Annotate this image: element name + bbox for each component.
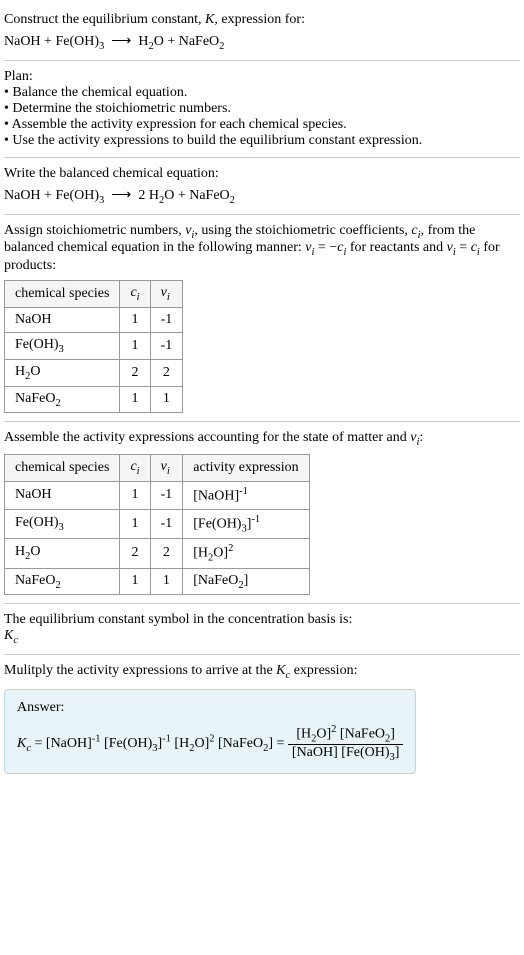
prompt-heading: Construct the equilibrium constant, K, e…	[4, 12, 520, 28]
table-row: NaFeO2 1 1	[5, 386, 183, 413]
activity-section: Assemble the activity expressions accoun…	[4, 422, 520, 604]
c-cell: 1	[120, 509, 150, 538]
answer-box: Answer: Kc = [NaOH]-1 [Fe(OH)3]-1 [H2O]2…	[4, 689, 416, 774]
prompt-section: Construct the equilibrium constant, K, e…	[4, 4, 520, 61]
balanced-equation: NaOH + Fe(OH)3 ⟶ 2 H2O + NaFeO2	[4, 186, 520, 206]
plan-item: • Use the activity expressions to build …	[4, 133, 520, 149]
table-row: Fe(OH)3 1 -1	[5, 332, 183, 359]
balanced-section: Write the balanced chemical equation: Na…	[4, 158, 520, 215]
species-cell: Fe(OH)3	[5, 332, 120, 359]
plan-item: • Assemble the activity expression for e…	[4, 117, 520, 133]
symbol-text: The equilibrium constant symbol in the c…	[4, 612, 520, 628]
table-row: NaOH 1 -1 [NaOH]-1	[5, 481, 310, 509]
table-header: νi	[150, 455, 183, 482]
stoich-table: chemical species ci νi NaOH 1 -1 Fe(OH)3…	[4, 280, 183, 413]
answer-label: Answer:	[17, 700, 403, 716]
table-header-row: chemical species ci νi activity expressi…	[5, 455, 310, 482]
plan-item: • Balance the chemical equation.	[4, 85, 520, 101]
c-cell: 1	[120, 481, 150, 509]
v-cell: 2	[150, 539, 183, 568]
c-cell: 1	[120, 568, 150, 595]
species-cell: H2O	[5, 359, 120, 386]
multiply-section: Mulitply the activity expressions to arr…	[4, 655, 520, 782]
table-header: chemical species	[5, 455, 120, 482]
symbol-section: The equilibrium constant symbol in the c…	[4, 604, 520, 655]
species-cell: NaOH	[5, 307, 120, 332]
activity-table: chemical species ci νi activity expressi…	[4, 454, 310, 595]
expr-cell: [NaOH]-1	[183, 481, 309, 509]
balanced-heading: Write the balanced chemical equation:	[4, 166, 520, 182]
activity-intro: Assemble the activity expressions accoun…	[4, 430, 520, 448]
species-cell: NaOH	[5, 481, 120, 509]
c-cell: 1	[120, 386, 150, 413]
species-cell: Fe(OH)3	[5, 509, 120, 538]
expr-cell: [Fe(OH)3]-1	[183, 509, 309, 538]
species-cell: NaFeO2	[5, 568, 120, 595]
table-header: activity expression	[183, 455, 309, 482]
stoich-intro: Assign stoichiometric numbers, νi, using…	[4, 223, 520, 275]
v-cell: 2	[150, 359, 183, 386]
species-cell: NaFeO2	[5, 386, 120, 413]
symbol-value: Kc	[4, 628, 520, 646]
c-cell: 2	[120, 539, 150, 568]
plan-section: Plan: • Balance the chemical equation. •…	[4, 61, 520, 158]
v-cell: -1	[150, 332, 183, 359]
table-row: NaFeO2 1 1 [NaFeO2]	[5, 568, 310, 595]
stoich-section: Assign stoichiometric numbers, νi, using…	[4, 215, 520, 423]
v-cell: -1	[150, 481, 183, 509]
plan-list: • Balance the chemical equation. • Deter…	[4, 85, 520, 149]
table-header: νi	[150, 281, 183, 308]
prompt-equation: NaOH + Fe(OH)3 ⟶ H2O + NaFeO2	[4, 32, 520, 52]
v-cell: -1	[150, 307, 183, 332]
table-row: Fe(OH)3 1 -1 [Fe(OH)3]-1	[5, 509, 310, 538]
table-header-row: chemical species ci νi	[5, 281, 183, 308]
expr-cell: [NaFeO2]	[183, 568, 309, 595]
c-cell: 1	[120, 307, 150, 332]
v-cell: 1	[150, 386, 183, 413]
table-row: H2O 2 2 [H2O]2	[5, 539, 310, 568]
c-cell: 1	[120, 332, 150, 359]
expr-cell: [H2O]2	[183, 539, 309, 568]
plan-heading: Plan:	[4, 69, 520, 85]
table-header: ci	[120, 455, 150, 482]
multiply-heading: Mulitply the activity expressions to arr…	[4, 663, 520, 681]
table-row: NaOH 1 -1	[5, 307, 183, 332]
table-row: H2O 2 2	[5, 359, 183, 386]
v-cell: 1	[150, 568, 183, 595]
species-cell: H2O	[5, 539, 120, 568]
plan-item: • Determine the stoichiometric numbers.	[4, 101, 520, 117]
table-header: ci	[120, 281, 150, 308]
table-header: chemical species	[5, 281, 120, 308]
answer-equation: Kc = [NaOH]-1 [Fe(OH)3]-1 [H2O]2 [NaFeO2…	[17, 736, 403, 751]
c-cell: 2	[120, 359, 150, 386]
v-cell: -1	[150, 509, 183, 538]
